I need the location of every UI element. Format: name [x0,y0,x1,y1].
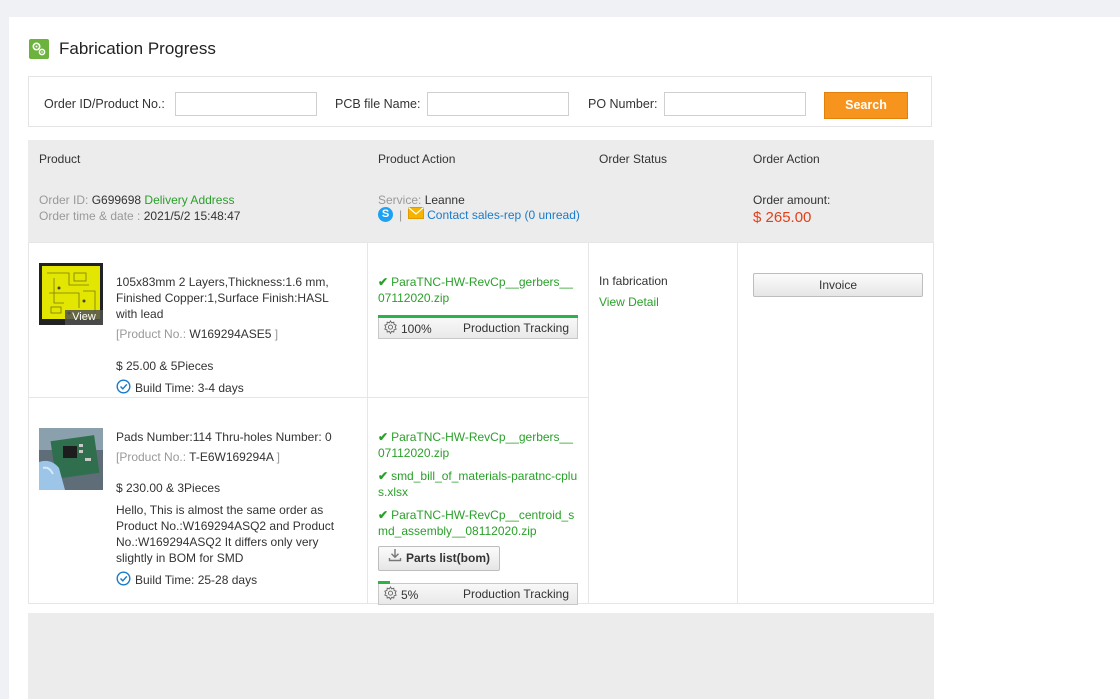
file-name: ParaTNC-HW-RevCp__centroid_smd_assembly_… [378,508,575,538]
product-number-close: ] [276,450,280,464]
file-link[interactable]: ✔ smd_bill_of_materials-paratnc-cplus.xls… [378,468,578,500]
file-name: smd_bill_of_materials-paratnc-cplus.xlsx [378,469,578,499]
product-thumbnail[interactable] [39,428,103,490]
order-table: View 105x83mm 2 Layers,Thickness:1.6 mm,… [28,242,934,605]
order-amount-value: $ 265.00 [753,209,812,226]
order-time-label: Order time & date : [39,209,141,223]
progress-percent: 100% [401,322,432,336]
check-icon: ✔ [378,469,389,483]
tracking-label: Production Tracking [462,321,569,335]
check-icon: ✔ [378,508,389,522]
skype-icon[interactable]: S [378,207,393,222]
product-number-line: [Product No.: W169294ASE5 ] [116,327,278,341]
view-label[interactable]: View [65,310,103,325]
progress-bar [378,581,390,584]
parts-list-label: Parts list(bom) [405,551,490,565]
check-icon: ✔ [378,275,389,289]
parts-list-button[interactable]: Parts list(bom) [378,546,500,571]
product-number-value: T-E6W169294A [189,450,274,464]
order-status: In fabrication [599,274,668,288]
progress-percent: 5% [401,588,419,602]
header-product-action: Product Action [378,152,456,166]
service-label: Service: [378,193,422,207]
file-name: ParaTNC-HW-RevCp__gerbers__07112020.zip [378,430,573,460]
product-number-value: W169294ASE5 [189,327,272,341]
tracking-label: Production Tracking [462,587,569,601]
file-link[interactable]: ✔ ParaTNC-HW-RevCp__gerbers__07112020.zip [378,429,578,461]
progress-bar [378,315,578,318]
service-line: Service: Leanne [378,193,465,207]
order-amount-label: Order amount: [753,193,831,207]
build-time-line: Build Time: 25-28 days [116,571,257,589]
search-form: Order ID/Product No.: PCB file Name: PO … [28,76,932,127]
order-time-value: 2021/5/2 15:48:47 [143,209,241,223]
pcb-file-input[interactable] [427,92,569,116]
production-tracking-button[interactable]: 5% Production Tracking [378,581,578,605]
order-note: Hello, This is almost the same order as … [116,503,335,565]
build-time-line: Build Time: 3-4 days [116,379,244,397]
po-number-input[interactable] [664,92,806,116]
clock-check-icon [116,571,131,589]
empty-footer-area [28,613,934,699]
separator: | [399,207,403,222]
product-description: 105x83mm 2 Layers,Thickness:1.6 mm, Fini… [116,275,329,321]
order-id-line: Order ID: G699698 Delivery Address [39,193,234,207]
mail-icon [408,207,425,222]
product-price: $ 25.00 & 5Pieces [116,359,214,373]
product-number-line: [Product No.: T-E6W169294A ] [116,450,280,464]
order-summary: Order ID: G699698 Delivery Address Order… [28,176,934,242]
check-icon: ✔ [378,430,389,444]
download-icon [388,547,402,570]
clock-check-icon [116,379,131,397]
order-id-input[interactable] [175,92,317,116]
order-id-label: Order ID: [39,193,89,207]
order-id-value: G699698 [91,193,142,207]
view-detail-link[interactable]: View Detail [599,295,659,309]
production-tracking-button[interactable]: 100% Production Tracking [378,315,578,339]
order-time-line: Order time & date : 2021/5/2 15:48:47 [39,209,240,223]
build-time: Build Time: 3-4 days [135,381,244,395]
header-order-status: Order Status [599,152,668,166]
product-description: Pads Number:114 Thru-holes Number: 0 [116,430,332,444]
pcb-file-label: PCB file Name: [335,97,421,111]
file-name: ParaTNC-HW-RevCp__gerbers__07112020.zip [378,275,573,305]
main-panel: Fabrication Progress Order ID/Product No… [9,17,1120,699]
product-number-label: [Product No.: [116,327,187,341]
order-id-label: Order ID/Product No.: [44,97,165,111]
product-number-label: [Product No.: [116,450,187,464]
product-thumbnail[interactable]: View [39,263,103,325]
search-button[interactable]: Search [824,92,908,119]
delivery-address-link[interactable]: Delivery Address [144,193,234,207]
product-number-close: ] [274,327,279,341]
table-header: Product Product Action Order Status Orde… [28,140,934,176]
page-title: Fabrication Progress [59,39,216,58]
gear-cog-icon [29,39,49,59]
file-link[interactable]: ✔ ParaTNC-HW-RevCp__gerbers__07112020.zip [378,274,578,306]
contact-sales-link[interactable]: Contact sales-rep (0 unread) [427,208,580,222]
invoice-button[interactable]: Invoice [753,273,923,297]
po-number-label: PO Number: [588,97,658,111]
service-name: Leanne [424,193,465,207]
header-product: Product [39,152,81,166]
header-order-action: Order Action [753,152,820,166]
page-header: Fabrication Progress [29,38,216,60]
contact-line: S | Contact sales-rep (0 unread) [378,207,580,222]
gear-icon [383,586,398,604]
build-time: Build Time: 25-28 days [135,573,258,587]
file-link[interactable]: ✔ ParaTNC-HW-RevCp__centroid_smd_assembly… [378,507,578,539]
product-price: $ 230.00 & 3Pieces [116,481,221,495]
gear-icon [383,320,398,338]
